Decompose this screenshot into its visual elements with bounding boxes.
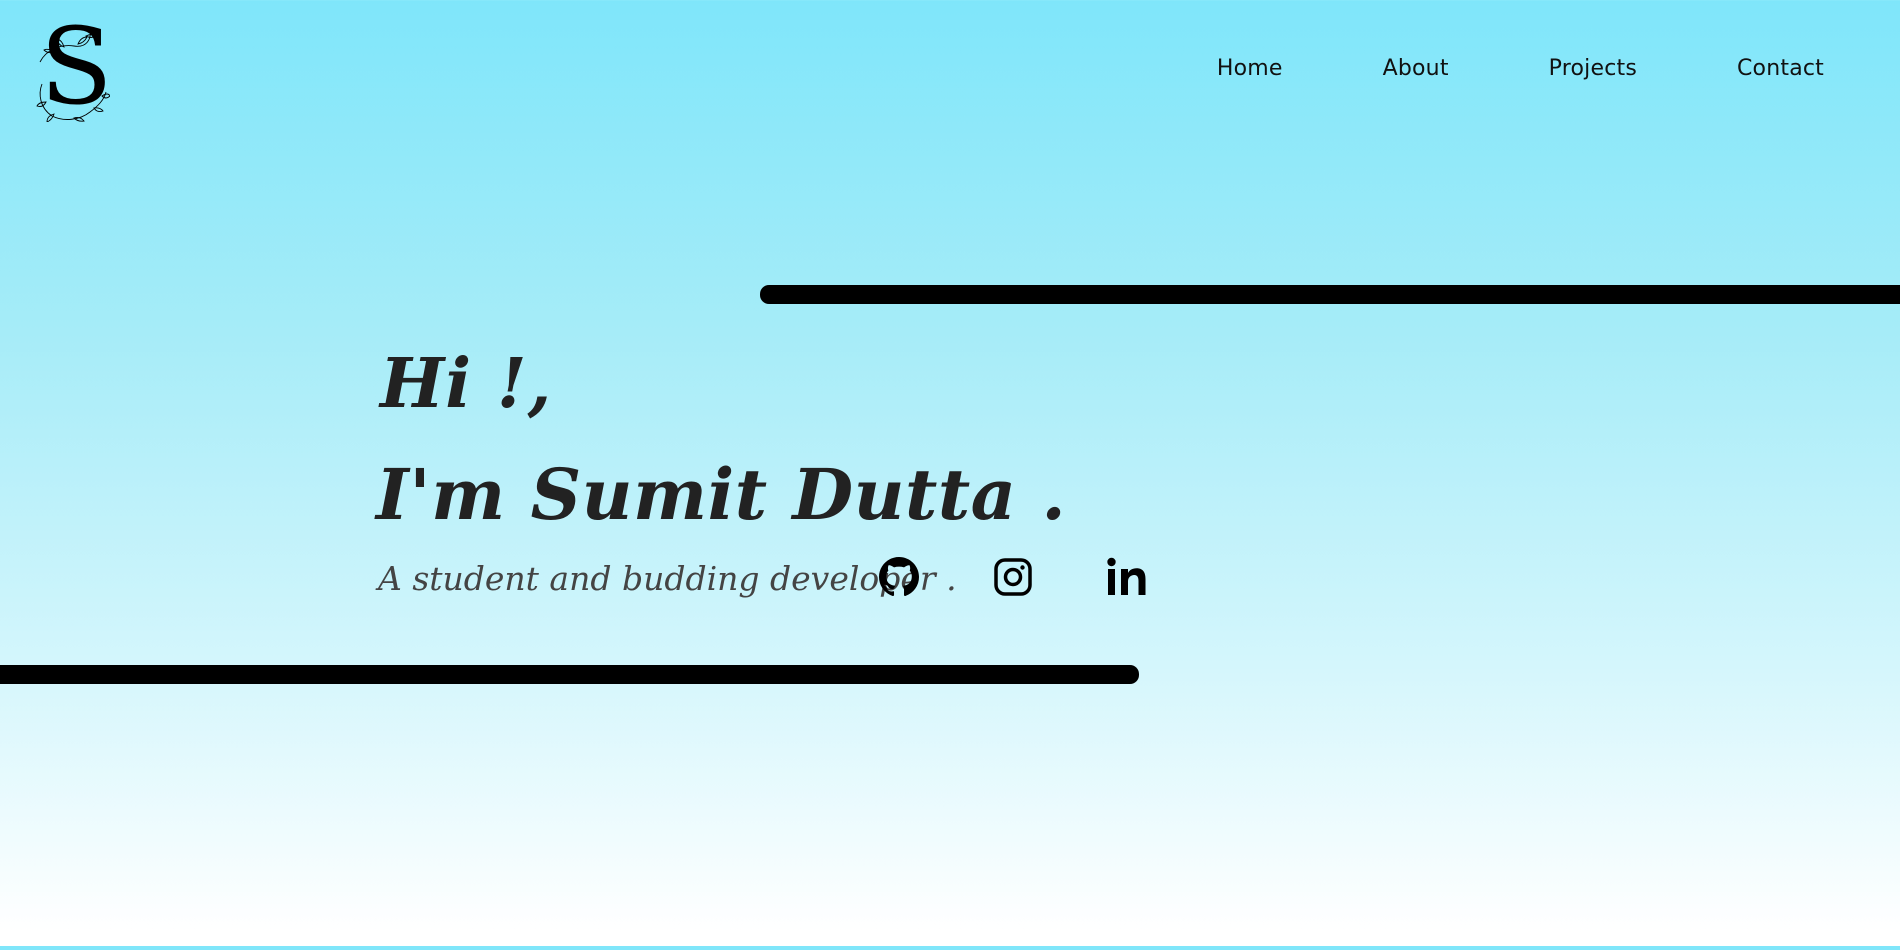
nav-about-link[interactable]: About	[1383, 56, 1449, 81]
hero-tagline: A student and budding developer .	[378, 559, 957, 598]
nav-home-link[interactable]: Home	[1217, 56, 1283, 81]
github-icon[interactable]	[878, 556, 920, 598]
site-logo[interactable]: S	[34, 14, 113, 122]
nav-projects-link[interactable]: Projects	[1549, 56, 1637, 81]
top-decorative-bar	[760, 285, 1900, 304]
main-nav: Home About Projects Contact	[1217, 56, 1824, 81]
instagram-icon[interactable]	[992, 556, 1034, 598]
linkedin-icon[interactable]	[1106, 556, 1148, 598]
social-links	[878, 556, 1148, 598]
nav-contact-link[interactable]: Contact	[1737, 56, 1824, 81]
bottom-edge-strip	[0, 946, 1900, 950]
hero-name: I'm Sumit Dutta .	[376, 453, 1067, 536]
logo-letter: S	[40, 5, 113, 128]
bottom-decorative-bar	[0, 665, 1139, 684]
hero-greeting: Hi !,	[380, 344, 553, 424]
